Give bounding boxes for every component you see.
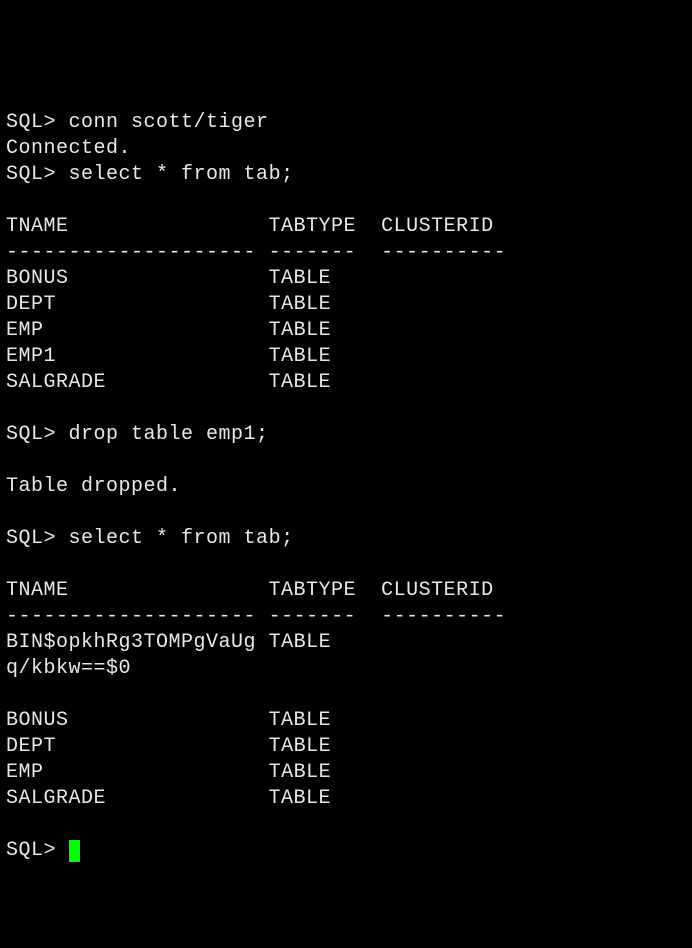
table-row: BONUS TABLE [6, 267, 331, 290]
table-row: DEPT TABLE [6, 293, 331, 316]
table-row: BONUS TABLE [6, 709, 331, 732]
table-row: DEPT TABLE [6, 735, 331, 758]
sql-prompt: SQL> [6, 527, 56, 550]
sql-prompt: SQL> [6, 163, 56, 186]
sql-prompt: SQL> [6, 423, 56, 446]
col-header-clusterid: CLUSTERID [381, 579, 494, 602]
sql-prompt: SQL> [6, 839, 56, 862]
command-conn: conn scott/tiger [69, 111, 269, 134]
command-drop: drop table emp1; [69, 423, 269, 446]
separator: ------- [269, 241, 357, 264]
table-row: EMP TABLE [6, 319, 331, 342]
terminal-output: SQL> conn scott/tiger Connected. SQL> se… [6, 111, 506, 862]
table-row: BIN$opkhRg3TOMPgVaUg TABLE [6, 631, 331, 654]
col-header-tabtype: TABTYPE [269, 579, 357, 602]
col-header-tabtype: TABTYPE [269, 215, 357, 238]
separator: -------------------- [6, 241, 256, 264]
separator: -------------------- [6, 605, 256, 628]
col-header-tname: TNAME [6, 215, 69, 238]
table-row: EMP1 TABLE [6, 345, 331, 368]
dropped-msg: Table dropped. [6, 475, 181, 498]
col-header-clusterid: CLUSTERID [381, 215, 494, 238]
table-row: SALGRADE TABLE [6, 787, 331, 810]
terminal-cursor[interactable] [69, 840, 80, 862]
connected-msg: Connected. [6, 137, 131, 160]
separator: ------- [269, 605, 357, 628]
table-row: q/kbkw==$0 [6, 657, 131, 680]
command-select: select * from tab; [69, 163, 294, 186]
table-row: EMP TABLE [6, 761, 331, 784]
command-select: select * from tab; [69, 527, 294, 550]
col-header-tname: TNAME [6, 579, 69, 602]
separator: ---------- [381, 605, 506, 628]
separator: ---------- [381, 241, 506, 264]
table-row: SALGRADE TABLE [6, 371, 331, 394]
sql-prompt: SQL> [6, 111, 56, 134]
